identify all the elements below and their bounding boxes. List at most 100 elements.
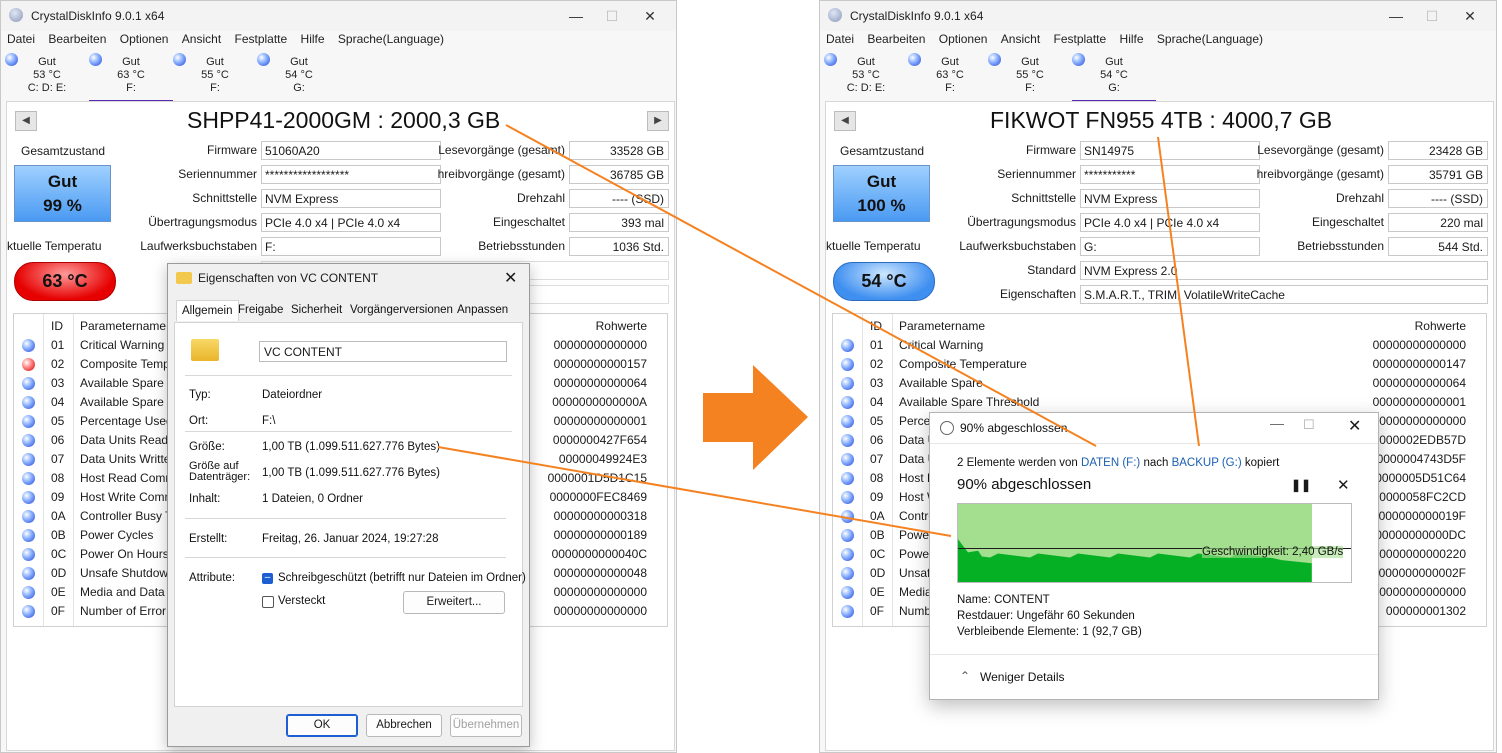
tab-freigabe[interactable]: Freigabe: [238, 304, 283, 316]
maximize-icon[interactable]: ☐: [594, 5, 630, 27]
chevron-up-icon[interactable]: ⌃: [960, 669, 970, 683]
drive-tab-3[interactable]: Gut 55 °C F:: [988, 50, 1072, 100]
readonly-checkbox[interactable]: –: [262, 573, 273, 584]
drive-tab-2[interactable]: Gut 63 °C F:: [908, 50, 992, 100]
smart-raw: 0000000427F654: [552, 433, 647, 447]
menu-bearbeiten[interactable]: Bearbeiten: [48, 32, 106, 46]
poweron-label: Eingeschaltet: [1311, 215, 1384, 229]
smart-id: 0C: [870, 547, 886, 561]
smart-row[interactable]: 01 Critical Warning 00000000000000: [833, 336, 1486, 355]
folder-name-input[interactable]: VC CONTENT: [259, 341, 507, 362]
minimize-icon[interactable]: —: [558, 5, 594, 27]
menu-festplatte[interactable]: Festplatte: [235, 32, 288, 46]
status-ball-icon: [22, 605, 35, 618]
right-title-bar: CrystalDiskInfo 9.0.1 x64 — ☐ ✕: [820, 1, 1496, 31]
smart-name: Available Spare T: [80, 395, 172, 409]
smart-raw: 00000000000157: [553, 357, 647, 371]
smart-id: 0B: [870, 528, 885, 542]
created-label: Erstellt:: [189, 533, 228, 545]
drive-letters: G:: [1108, 82, 1120, 94]
prev-drive-icon[interactable]: ◀: [834, 111, 856, 131]
maximize-icon[interactable]: ☐: [1414, 5, 1450, 27]
status-ball-icon: [22, 586, 35, 599]
cancel-copy-icon[interactable]: ✕: [1337, 476, 1350, 494]
hidden-checkbox[interactable]: [262, 596, 274, 608]
menu-ansicht[interactable]: Ansicht: [182, 32, 221, 46]
col-raw[interactable]: Rohwerte: [1415, 317, 1466, 336]
advanced-button[interactable]: Erweitert...: [403, 591, 505, 614]
maximize-icon[interactable]: ☐: [1303, 417, 1315, 433]
smart-row[interactable]: 03 Available Spare 00000000000064: [833, 374, 1486, 393]
drive-tab-2[interactable]: Gut 63 °C F:: [89, 50, 173, 102]
copy-progress-dialog: 90% abgeschlossen — ☐ ✕ 2 Elemente werde…: [929, 412, 1379, 700]
status-ball-icon: [841, 377, 854, 390]
smart-raw: 00000000000000: [1372, 585, 1466, 599]
drive-tab-1[interactable]: Gut 53 °C C: D: E:: [5, 50, 89, 100]
poweron-field: 220 mal: [1388, 213, 1488, 232]
menu-bearbeiten[interactable]: Bearbeiten: [867, 32, 925, 46]
close-icon[interactable]: ✕: [1452, 5, 1488, 27]
smart-id: 0A: [870, 509, 885, 523]
tab-allgemein[interactable]: Allgemein: [176, 300, 239, 321]
menu-optionen[interactable]: Optionen: [120, 32, 169, 46]
drive-tab-3[interactable]: Gut 55 °C F:: [173, 50, 257, 100]
copy-prefix: 2 Elemente werden von: [957, 457, 1078, 469]
menu-festplatte[interactable]: Festplatte: [1054, 32, 1107, 46]
source-link[interactable]: DATEN (F:): [1081, 457, 1140, 469]
less-details-button[interactable]: Weniger Details: [980, 670, 1064, 684]
name-value: CONTENT: [994, 594, 1050, 606]
drive-tab-4[interactable]: Gut 54 °C G:: [257, 50, 341, 100]
smart-id: 04: [51, 395, 65, 409]
size-value: 1,00 TB (1.099.511.627.776 Bytes): [262, 441, 440, 453]
menu-ansicht[interactable]: Ansicht: [1001, 32, 1040, 46]
menu-hilfe[interactable]: Hilfe: [301, 32, 325, 46]
apply-button[interactable]: Übernehmen: [450, 714, 522, 737]
smart-raw: 00000000000064: [1372, 376, 1466, 390]
tab-anpassen[interactable]: Anpassen: [457, 304, 508, 316]
pause-icon[interactable]: ❚❚: [1291, 478, 1311, 492]
status-ball-icon: [22, 510, 35, 523]
letters-label: Laufwerksbuchstaben: [140, 239, 257, 253]
smart-id: 03: [51, 376, 65, 390]
menu-datei[interactable]: Datei: [7, 32, 35, 46]
name-row: Name: CONTENT: [957, 594, 1050, 606]
menu-sprache[interactable]: Sprache(Language): [1157, 32, 1263, 46]
status-ball-icon: [22, 491, 35, 504]
ok-button[interactable]: OK: [286, 714, 358, 737]
clock-icon: [940, 421, 954, 435]
status-ball-icon: [257, 53, 270, 66]
close-icon[interactable]: ✕: [1348, 416, 1361, 436]
remaining-label: Restdauer:: [957, 610, 1014, 622]
drive-tab-1[interactable]: Gut 53 °C C: D: E:: [824, 50, 908, 100]
menu-hilfe[interactable]: Hilfe: [1120, 32, 1144, 46]
close-icon[interactable]: ✕: [632, 5, 668, 27]
tab-vorgaengerversionen[interactable]: Vorgängerversionen: [350, 304, 453, 316]
menu-optionen[interactable]: Optionen: [939, 32, 988, 46]
smart-raw: 00000000000147: [1372, 357, 1466, 371]
smart-raw: 0000000000040C: [551, 547, 647, 561]
menu-datei[interactable]: Datei: [826, 32, 854, 46]
minimize-icon[interactable]: —: [1378, 5, 1414, 27]
destination-link[interactable]: BACKUP (G:): [1172, 457, 1242, 469]
col-id[interactable]: ID: [870, 317, 882, 336]
next-drive-icon[interactable]: ▶: [647, 111, 669, 131]
big-arrow-icon: [703, 365, 808, 470]
health-status: Gut: [866, 172, 897, 191]
hours-label: Betriebsstunden: [1297, 239, 1384, 253]
col-raw[interactable]: Rohwerte: [596, 317, 647, 336]
smart-row[interactable]: 02 Composite Temperature 00000000000147: [833, 355, 1486, 374]
drive-tab-4[interactable]: Gut 54 °C G:: [1072, 50, 1156, 102]
prev-drive-icon[interactable]: ◀: [15, 111, 37, 131]
menu-sprache[interactable]: Sprache(Language): [338, 32, 444, 46]
col-name[interactable]: Parametername: [80, 317, 166, 336]
minimize-icon[interactable]: —: [1270, 415, 1284, 431]
cancel-button[interactable]: Abbrechen: [366, 714, 442, 737]
close-icon[interactable]: ✕: [504, 268, 517, 288]
status-ball-icon: [22, 434, 35, 447]
tab-sicherheit[interactable]: Sicherheit: [291, 304, 342, 316]
col-id[interactable]: ID: [51, 317, 63, 336]
dialog-title: Eigenschaften von VC CONTENT: [198, 271, 379, 285]
col-name[interactable]: Parametername: [899, 317, 985, 336]
smart-row[interactable]: 04 Available Spare Threshold 0000000000000…: [833, 393, 1486, 412]
writes-label: hreibvorgänge (gesamt): [437, 167, 565, 181]
